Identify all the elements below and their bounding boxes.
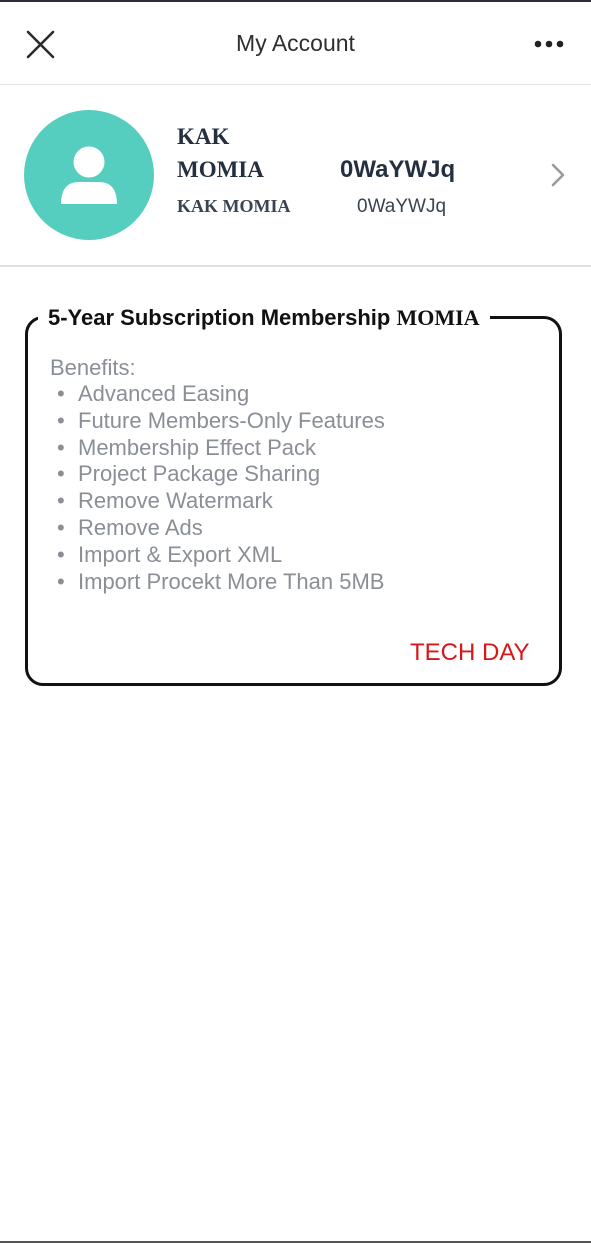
bullet: • xyxy=(57,568,65,594)
benefit-text: Advanced Easing xyxy=(78,381,250,406)
benefit-item: • Project Package Sharing xyxy=(50,461,385,488)
benefits-label: Benefits: xyxy=(50,355,136,380)
subscription-title-main: 5-Year Subscription Membership xyxy=(48,305,397,330)
more-options-button[interactable] xyxy=(529,30,569,58)
display-name-line2: MOMIA xyxy=(177,157,264,182)
profile-row[interactable]: KAK MOMIA 0WaYWJq KAK MOMIA 0WaYWJq xyxy=(0,85,591,267)
bullet: • xyxy=(57,514,65,540)
benefit-text: Remove Watermark xyxy=(78,488,273,514)
display-name: KAK MOMIA xyxy=(177,120,287,186)
benefit-item: • Remove Watermark xyxy=(50,488,385,515)
benefit-text: Future Members-Only Features xyxy=(78,407,385,433)
subscription-title: 5-Year Subscription Membership MOMIA xyxy=(38,304,490,332)
bullet: • xyxy=(57,434,65,460)
benefit-text: Import & Export XML xyxy=(78,541,283,567)
user-id-secondary: 0WaYWJq xyxy=(357,196,447,217)
benefit-text: Membership Effect Pack xyxy=(78,434,317,460)
benefit-text: Project Package Sharing xyxy=(78,461,321,487)
subscription-title-brand: MOMIA xyxy=(396,305,480,330)
bullet: • xyxy=(57,541,65,567)
user-id: 0WaYWJq xyxy=(340,156,456,183)
benefit-item: • Import Procekt More Than 5MB xyxy=(50,569,385,596)
tech-day-link[interactable]: TECH DAY xyxy=(410,639,530,667)
username-secondary: KAK MOMIA xyxy=(177,196,291,216)
benefit-item: • Future Members-Only Features xyxy=(50,408,385,435)
app-header: My Account xyxy=(0,2,591,85)
bullet: • xyxy=(57,407,65,433)
display-name-line1: KAK xyxy=(177,124,230,149)
chevron-right-icon[interactable] xyxy=(548,161,568,189)
benefit-text: Import Procekt More Than 5MB xyxy=(78,568,385,594)
benefit-item: • Membership Effect Pack xyxy=(50,435,385,462)
page-title: My Account xyxy=(236,30,355,56)
benefit-text: Remove Ads xyxy=(78,514,203,540)
bullet: • xyxy=(57,461,65,487)
bullet: • xyxy=(57,381,65,406)
benefit-item: • Advanced Easing xyxy=(50,381,385,408)
user-avatar-icon xyxy=(61,146,117,204)
benefit-item: • Remove Ads xyxy=(50,515,385,542)
benefit-item: • Import & Export XML xyxy=(50,542,385,569)
benefits-list: • Advanced Easing • Future Members-Only Fe… xyxy=(50,381,385,595)
more-horizontal-icon xyxy=(534,40,564,48)
avatar[interactable] xyxy=(24,110,154,240)
bullet: • xyxy=(57,488,65,514)
